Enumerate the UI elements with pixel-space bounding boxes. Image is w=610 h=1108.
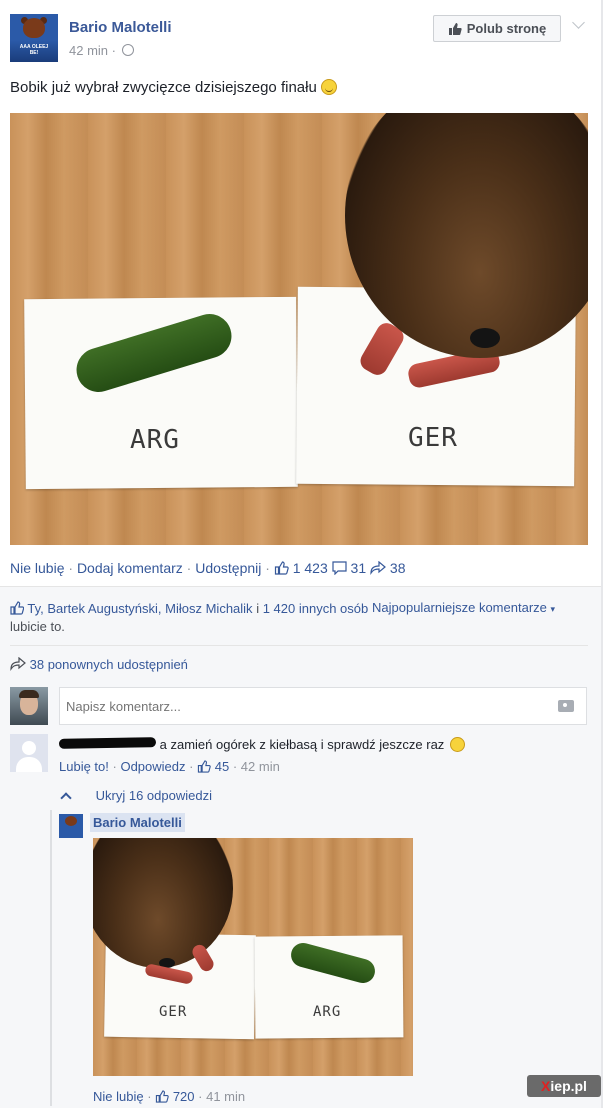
share-count[interactable]: 38 <box>390 560 406 576</box>
post-text-body: Bobik już wybrał zwycięzce dzisiejszego … <box>10 79 317 96</box>
post-actions: Nie lubię · Dodaj komentarz · Udostępnij… <box>10 560 405 576</box>
hide-replies-link[interactable]: Ukryj 16 odpowiedzi <box>60 788 212 804</box>
sep: · <box>232 759 238 774</box>
reply-like-count[interactable]: 720 <box>173 1089 195 1104</box>
divider <box>0 586 601 587</box>
shares-link[interactable]: 38 ponownych udostępnień <box>10 657 188 672</box>
sep: · <box>112 759 117 774</box>
chevron-up-icon <box>60 792 72 804</box>
comment-count[interactable]: 31 <box>351 560 367 576</box>
sort-label: Najpopularniejsze komentarze <box>372 600 547 615</box>
smile-emoji-icon <box>449 737 465 752</box>
left-card <box>24 296 298 490</box>
likes-and: i <box>256 601 260 616</box>
comment-reply-link[interactable]: Odpowiedz <box>120 759 185 774</box>
post-time[interactable]: 42 min <box>69 43 108 58</box>
thumbs-up-icon <box>274 561 289 575</box>
page-name-link[interactable]: Bario Malotelli <box>69 19 172 36</box>
reply-thread-line <box>50 810 52 1106</box>
divider <box>10 645 588 646</box>
sep: · <box>186 560 192 576</box>
hide-replies-label: Ukryj 16 odpowiedzi <box>95 788 212 803</box>
reply-actions: Nie lubię · 720 · 41 min <box>93 1089 245 1104</box>
comment-text: a zamień ogórek z kiełbasą i sprawdź jes… <box>58 737 465 752</box>
thumbs-up-icon <box>448 22 462 35</box>
reply-author[interactable]: Bario Malotelli <box>90 813 185 832</box>
sep: · <box>68 560 74 576</box>
sep: · <box>265 560 270 576</box>
comment-like-link[interactable]: Lubię to! <box>59 759 109 774</box>
chevron-down-icon[interactable] <box>572 16 585 29</box>
like-page-button[interactable]: Polub stronę <box>433 15 561 42</box>
globe-icon <box>121 44 134 56</box>
share-arrow-icon <box>370 561 386 575</box>
reply-photo[interactable]: GER ARG <box>93 838 413 1076</box>
sep: · <box>198 1089 203 1104</box>
like-page-label: Polub stronę <box>466 21 547 36</box>
tongue-emoji-icon <box>320 79 337 95</box>
label-right: ARG <box>313 1004 342 1020</box>
avatar-text: AAA OLEEJ BE! <box>19 44 49 56</box>
label-right: GER <box>408 423 458 453</box>
post-text: Bobik już wybrał zwycięzce dzisiejszego … <box>10 79 337 96</box>
likes-summary: Ty, Bartek Augustyński, Miłosz Michalik … <box>10 600 370 636</box>
camera-icon[interactable] <box>558 700 574 712</box>
reply-avatar[interactable] <box>59 814 83 838</box>
label-left: GER <box>159 1004 188 1020</box>
caret-down-icon: ▾ <box>550 604 556 614</box>
user-avatar[interactable] <box>10 687 48 725</box>
post-photo[interactable]: ARG GER <box>10 113 588 545</box>
shares-text: 38 ponownych udostępnień <box>29 657 188 672</box>
sep: · <box>189 759 194 774</box>
comment-like-count[interactable]: 45 <box>215 759 229 774</box>
reply-time[interactable]: 41 min <box>206 1089 245 1104</box>
comment-body: a zamień ogórek z kiełbasą i sprawdź jes… <box>159 737 445 752</box>
unlike-link[interactable]: Nie lubię <box>10 560 64 576</box>
thumbs-up-icon <box>197 760 211 773</box>
likes-suffix: lubicie to. <box>10 619 65 634</box>
comment-time[interactable]: 42 min <box>241 759 280 774</box>
page-avatar[interactable]: AAA OLEEJ BE! <box>10 14 58 62</box>
share-arrow-icon <box>10 657 26 671</box>
share-link[interactable]: Udostępnij <box>195 560 261 576</box>
redacted-name <box>58 737 157 749</box>
dog-nose <box>470 328 500 348</box>
meta-separator: · <box>111 43 116 58</box>
watermark-text: iep.pl <box>550 1078 587 1094</box>
add-comment-link[interactable]: Dodaj komentarz <box>77 560 183 576</box>
post-meta: 42 min · <box>69 43 134 58</box>
sep: · <box>147 1089 152 1104</box>
right-border <box>601 0 603 1108</box>
site-watermark: Xiep.pl <box>527 1075 601 1097</box>
commenter-avatar[interactable] <box>10 734 48 772</box>
comment-icon <box>332 561 347 575</box>
label-left: ARG <box>130 425 180 455</box>
likers-others[interactable]: 1 420 innych osób <box>263 601 369 616</box>
watermark-x: X <box>541 1078 551 1094</box>
comment-actions: Lubię to! · Odpowiedz · 45 · 42 min <box>59 759 280 774</box>
likers-names[interactable]: Ty, Bartek Augustyński, Miłosz Michalik <box>27 601 252 616</box>
thumbs-up-icon <box>10 601 24 615</box>
comment-field[interactable] <box>59 687 587 725</box>
comment-input[interactable] <box>64 688 548 724</box>
thumbs-up-icon <box>156 1090 169 1103</box>
sort-comments-dropdown[interactable]: Najpopularniejsze komentarze ▾ <box>372 600 555 615</box>
like-count[interactable]: 1 423 <box>293 560 328 576</box>
reply-unlike-link[interactable]: Nie lubię <box>93 1089 144 1104</box>
